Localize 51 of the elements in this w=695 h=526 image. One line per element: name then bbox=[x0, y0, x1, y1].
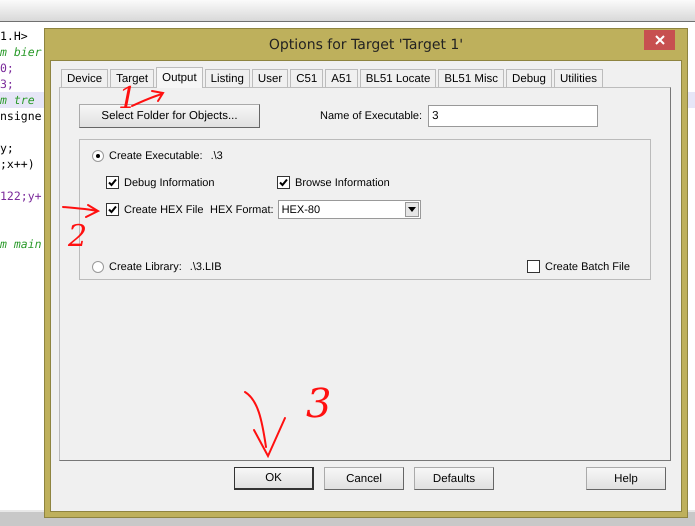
annotation-arrow bbox=[131, 90, 165, 107]
annotation-arrow bbox=[62, 204, 100, 218]
code-line: m tre bbox=[0, 93, 35, 107]
tab[interactable]: Utilities bbox=[554, 69, 603, 87]
code-line: y; bbox=[0, 141, 14, 155]
option-label: Create Executable: bbox=[109, 150, 203, 162]
code-line: 1.H> bbox=[0, 29, 28, 43]
dialog-button[interactable]: Cancel bbox=[324, 467, 404, 490]
tab[interactable]: Output bbox=[156, 67, 203, 88]
checkbox[interactable] bbox=[106, 203, 119, 216]
path-text: .\3 bbox=[210, 150, 223, 162]
tab[interactable]: BL51 Misc bbox=[438, 69, 504, 87]
code-line: 122;y+ bbox=[0, 189, 42, 203]
code-line: m bier bbox=[0, 45, 42, 59]
checkbox[interactable] bbox=[277, 176, 290, 189]
tab[interactable]: Debug bbox=[506, 69, 552, 87]
radio-button[interactable] bbox=[92, 260, 104, 272]
dialog-button[interactable]: Defaults bbox=[414, 467, 494, 490]
tab[interactable]: Device bbox=[61, 69, 108, 87]
annotation-number: 3 bbox=[306, 384, 332, 424]
checkbox-label: Debug Information bbox=[124, 176, 214, 188]
tab[interactable]: C51 bbox=[290, 69, 324, 87]
code-line: m main bbox=[0, 237, 42, 251]
checkbox[interactable] bbox=[106, 176, 119, 189]
close-icon bbox=[654, 34, 666, 46]
annotation-number: 2 bbox=[68, 222, 88, 252]
window-title: Options for Target 'Target 1' bbox=[268, 36, 464, 52]
code-line: 3; bbox=[0, 77, 14, 91]
executable-name-field[interactable]: 3 bbox=[428, 105, 598, 127]
path-text: .\3.LIB bbox=[190, 260, 222, 272]
code-line: 0; bbox=[0, 61, 14, 75]
checkbox-label: Browse Information bbox=[295, 176, 390, 188]
tab[interactable]: Target bbox=[110, 69, 154, 87]
field-label: HEX Format: bbox=[210, 204, 274, 216]
tab[interactable]: A51 bbox=[325, 69, 358, 87]
code-line: nsigne bbox=[0, 109, 42, 123]
dialog-button[interactable]: Help bbox=[586, 467, 666, 490]
checkbox[interactable] bbox=[527, 260, 540, 273]
field-label: Name of Executable: bbox=[320, 110, 422, 122]
code-line: ;x++) bbox=[0, 157, 35, 171]
tab[interactable]: BL51 Locate bbox=[360, 69, 436, 87]
radio-button[interactable] bbox=[92, 150, 104, 162]
tab[interactable]: User bbox=[252, 69, 288, 87]
option-label: Create Library: bbox=[109, 260, 182, 272]
checkbox-label: Create HEX File bbox=[124, 204, 204, 216]
dialog-button[interactable]: OK bbox=[234, 467, 314, 490]
hex-format-dropdown[interactable]: HEX-80 bbox=[278, 200, 421, 219]
tab[interactable]: Listing bbox=[204, 69, 250, 87]
dropdown-arrow-icon bbox=[408, 207, 416, 212]
checkbox-label: Create Batch File bbox=[545, 260, 630, 272]
close-button[interactable] bbox=[644, 30, 675, 50]
